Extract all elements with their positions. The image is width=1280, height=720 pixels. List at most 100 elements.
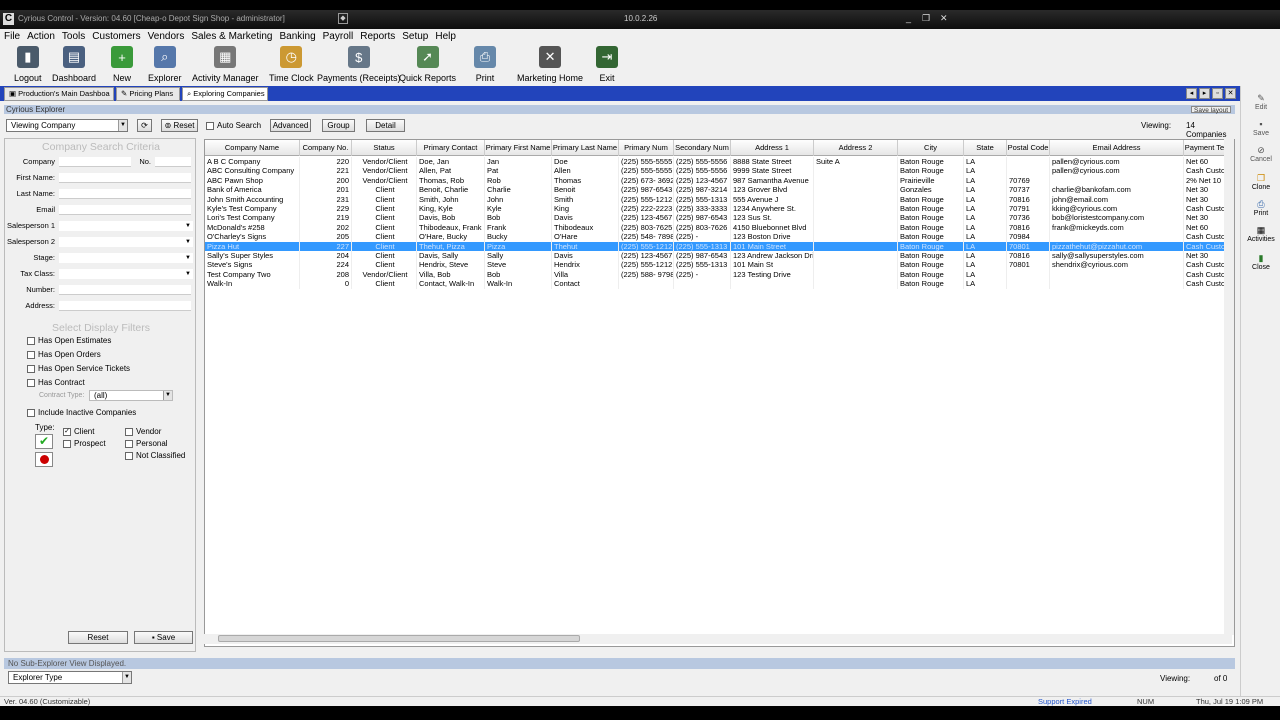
restore-button[interactable]: ❐ [922,13,930,24]
table-row[interactable]: Test Company Two 208 Vendor/Client Villa, B… [205,269,1234,280]
table-row[interactable]: O'Charley's Signs 205 Client O'Hare, Bucky B… [205,232,1234,242]
activities-action[interactable]: ▦ Activities [1241,226,1280,244]
quick-reports-button[interactable]: ➚ Quick Reports [399,46,456,83]
table-row[interactable]: John Smith Accounting 231 Client Smith, Joh… [205,194,1234,204]
search-save-button[interactable]: ▪ Save [134,631,193,644]
tab-production-dashboard[interactable]: ▣ Production's Main Dashboa [4,87,114,101]
column-header[interactable]: Primary Num [619,140,674,156]
menu-sales-marketing[interactable]: Sales & Marketing [191,31,272,42]
salesperson1-select[interactable]: ▼ [59,221,193,231]
table-row[interactable]: ABC Consulting Company 221 Vendor/Client Al… [205,166,1234,176]
remote-pin-icon[interactable]: ◆ [338,13,348,24]
menu-banking[interactable]: Banking [280,31,316,42]
salesperson2-select[interactable]: ▼ [59,237,193,247]
company-no-input[interactable] [155,157,191,167]
table-row[interactable]: Pizza Hut 227 Client Thehut, Pizza Pizza Theh… [205,241,1234,251]
vertical-scrollbar[interactable] [1224,139,1234,635]
stage-select[interactable]: ▼ [59,253,193,263]
number-input[interactable] [59,285,191,295]
group-button[interactable]: Group [322,119,355,132]
support-status[interactable]: Support Expired [1038,697,1092,707]
type-personal-checkbox[interactable]: Personal [125,439,168,448]
search-reset-button[interactable]: Reset [68,631,128,644]
activity-manager-button[interactable]: ▦ Activity Manager [192,46,259,83]
column-header[interactable]: Company Name [205,140,300,156]
detail-button[interactable]: Detail [366,119,405,132]
marketing-home-button[interactable]: ✕ Marketing Home [517,46,583,83]
menu-payroll[interactable]: Payroll [323,31,354,42]
column-header[interactable]: Primary Last Name [552,140,619,156]
tab-exploring-companies[interactable]: ⌕ Exploring Companies [182,87,268,101]
explorer-button[interactable]: ⌕ Explorer [148,46,182,83]
tab-close-icon[interactable]: ✕ [1225,88,1236,99]
view-combo[interactable]: Viewing Company ▼ [6,119,128,132]
horizontal-scrollbar[interactable] [204,634,1232,644]
column-header[interactable]: Postal Code [1007,140,1050,156]
advanced-button[interactable]: Advanced [270,119,311,132]
table-row[interactable]: McDonald's #258 202 Client Thibodeaux, Fran… [205,222,1234,233]
column-header[interactable]: Company No. [300,140,352,156]
payments-button[interactable]: $ Payments (Receipts) [317,46,401,83]
address-input[interactable] [59,301,191,311]
cancel-action[interactable]: ⊘ Cancel [1241,146,1280,164]
has-open-service-tickets-checkbox[interactable]: Has Open Service Tickets [27,364,130,373]
reset-button[interactable]: ⊚ Reset [161,119,198,132]
tab-next-icon[interactable]: ▸ [1199,88,1210,99]
include-inactive-checkbox[interactable]: Include Inactive Companies [27,408,136,417]
menu-help[interactable]: Help [435,31,456,42]
menu-action[interactable]: Action [27,31,55,42]
menu-customers[interactable]: Customers [92,31,140,42]
explorer-type-select[interactable]: Explorer Type ▼ [8,671,132,684]
print-action[interactable]: ⎙ Print [1241,200,1280,218]
tab-restore-icon[interactable]: ▫ [1212,88,1223,99]
has-open-estimates-checkbox[interactable]: Has Open Estimates [27,336,111,345]
column-header[interactable]: Primary First Name [485,140,552,156]
type-vendor-checkbox[interactable]: Vendor [125,427,161,436]
column-header[interactable]: Address 2 [814,140,898,156]
column-header[interactable]: Status [352,140,417,156]
logout-button[interactable]: ▮ Logout [14,46,42,83]
has-open-orders-checkbox[interactable]: Has Open Orders [27,350,101,359]
contract-type-select[interactable]: (all) ▼ [89,390,173,401]
table-row[interactable]: Steve's Signs 224 Client Hendrix, Steve Stev… [205,260,1234,270]
clear-all-icon[interactable] [35,452,53,467]
tax-class-select[interactable]: ▼ [59,269,193,279]
column-header[interactable]: State [964,140,1007,156]
type-prospect-checkbox[interactable]: Prospect [63,439,106,448]
print-button[interactable]: ⎙ Print [474,46,496,83]
table-row[interactable]: Bank of America 201 Client Benoit, Charlie C… [205,185,1234,195]
dashboard-button[interactable]: ▤ Dashboard [52,46,96,83]
minimize-button[interactable]: _ [906,13,911,23]
close-button[interactable]: ✕ [940,13,948,24]
table-row[interactable]: A B C Company 220 Vendor/Client Doe, Jan Jan… [205,157,1234,167]
tab-prev-icon[interactable]: ◂ [1186,88,1197,99]
first-name-input[interactable] [59,173,191,183]
table-row[interactable]: Lori's Test Company 219 Client Davis, Bob Bo… [205,213,1234,223]
save-layout-button[interactable]: Save layout [1191,106,1231,114]
last-name-input[interactable] [59,189,191,199]
tab-pricing-plans[interactable]: ✎ Pricing Plans [116,87,180,101]
time-clock-button[interactable]: ◷ Time Clock [269,46,314,83]
column-header[interactable]: Email Address [1050,140,1184,156]
type-client-checkbox[interactable]: ✓ Client [63,427,94,436]
menu-tools[interactable]: Tools [62,31,85,42]
column-header[interactable]: City [898,140,964,156]
column-header[interactable]: Address 1 [731,140,814,156]
scroll-thumb[interactable] [218,635,580,642]
menu-vendors[interactable]: Vendors [148,31,185,42]
table-row[interactable]: Sally's Super Styles 204 Client Davis, Sall… [205,251,1234,261]
exit-button[interactable]: ⇥ Exit [596,46,618,83]
refresh-button[interactable]: ⟳ [137,119,152,132]
table-row[interactable]: Walk-In 0 Client Contact, Walk-In Walk-In Con… [205,279,1234,289]
edit-action[interactable]: ✎ Edit [1241,94,1280,112]
select-all-icon[interactable]: ✔ [35,434,53,449]
email-input[interactable] [59,205,191,215]
auto-search-checkbox[interactable]: Auto Search [206,121,261,130]
new-button[interactable]: + New [111,46,133,83]
clone-action[interactable]: ❐ Clone [1241,174,1280,192]
column-header[interactable]: Primary Contact [417,140,485,156]
menu-reports[interactable]: Reports [360,31,395,42]
close-action[interactable]: ▮ Close [1241,254,1280,272]
column-header[interactable]: Payment Te [1184,140,1226,156]
save-action[interactable]: ▪ Save [1241,120,1280,138]
